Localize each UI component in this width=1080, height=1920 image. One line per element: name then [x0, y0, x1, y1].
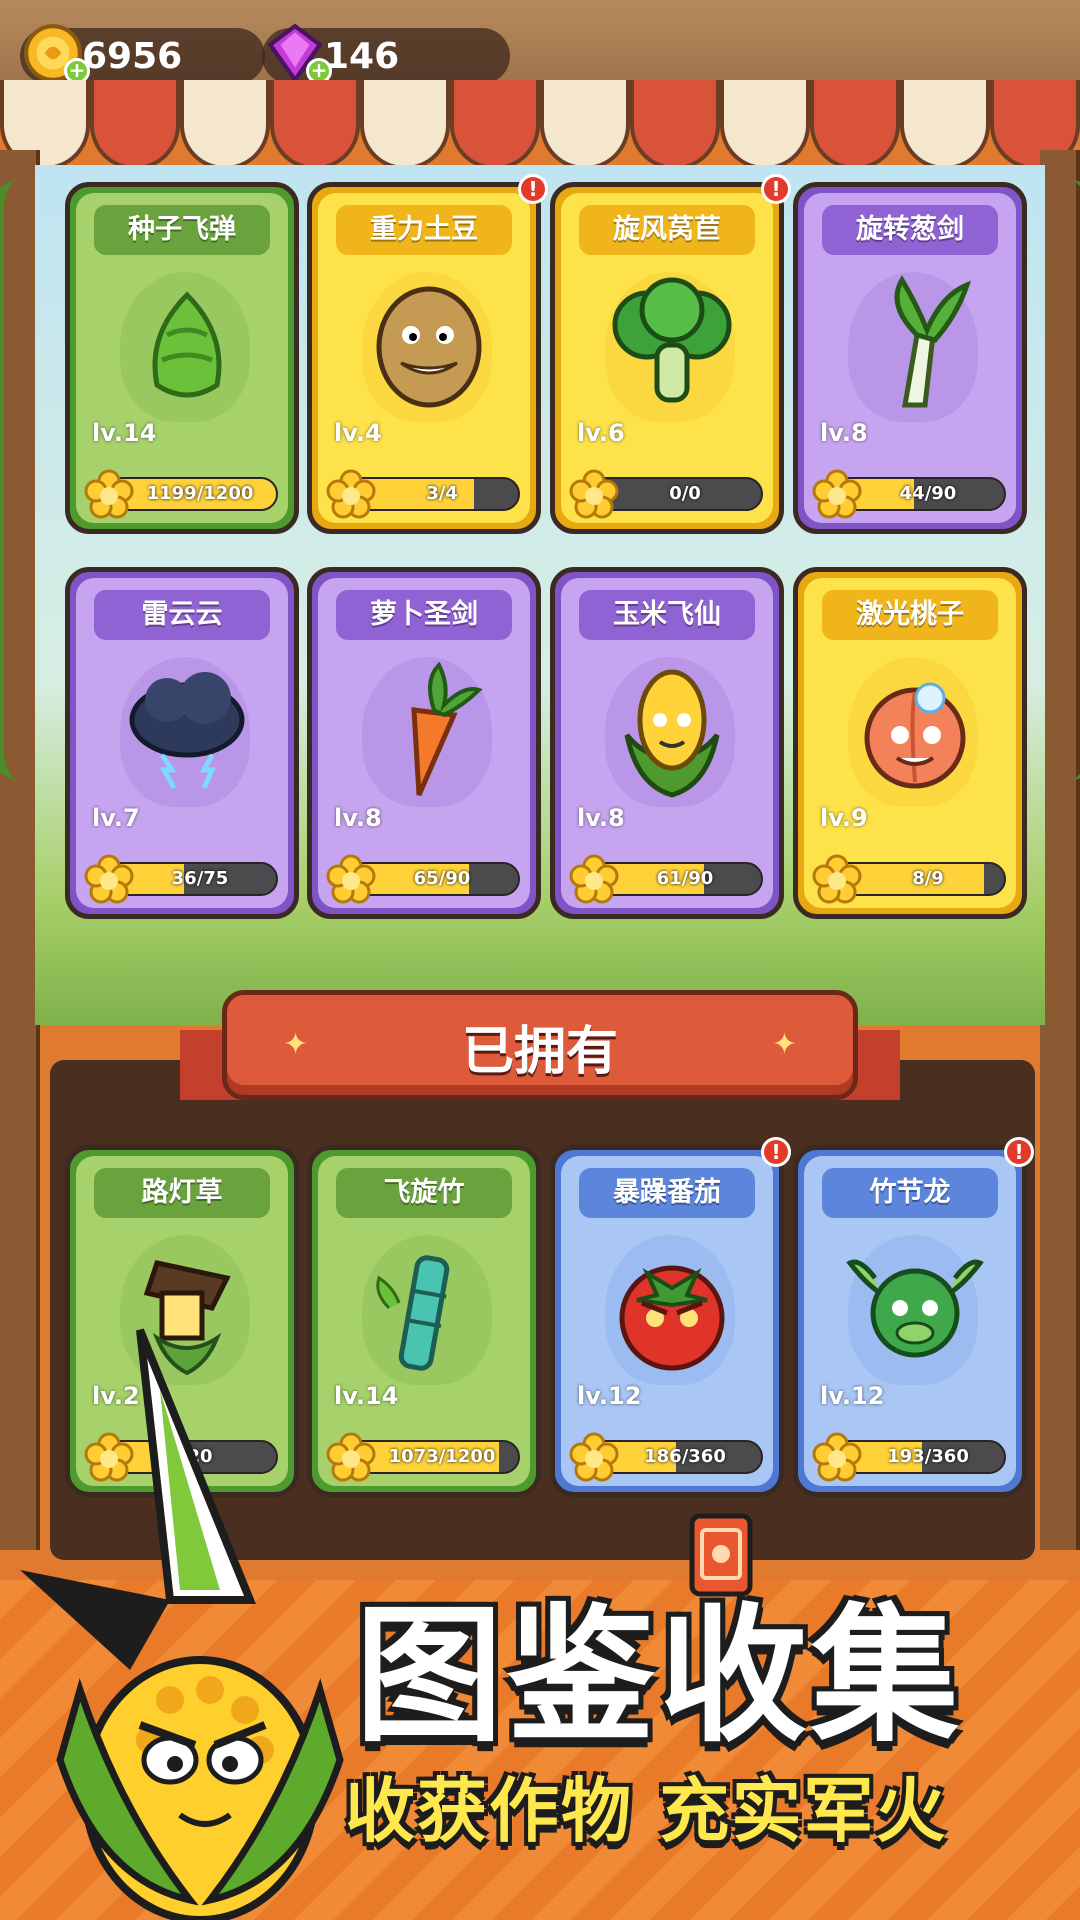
corn-mascot-icon	[20, 1328, 344, 1920]
card-level: lv.8	[334, 804, 382, 832]
card-name: 旋风莴苣	[579, 205, 755, 255]
card-level: lv.9	[820, 804, 868, 832]
card-name: 旋转葱剑	[822, 205, 998, 255]
flower-icon	[569, 469, 619, 519]
crop-card[interactable]: 种子飞弹 lv.14 1199/1200	[65, 182, 299, 534]
crop-card[interactable]: 旋转葱剑 lv.8 44/90	[793, 182, 1027, 534]
owned-title: 已拥有	[461, 1022, 618, 1082]
card-name: 萝卜圣剑	[336, 590, 512, 640]
crop-card[interactable]: 雷云云 lv.7 36/75	[65, 567, 299, 919]
carrot-icon	[411, 661, 483, 797]
bamboo-icon	[376, 1255, 450, 1371]
crop-card[interactable]: 重力土豆 lv.4 3/4	[307, 182, 541, 534]
card-name: 玉米飞仙	[579, 590, 755, 640]
card-level: lv.7	[92, 804, 140, 832]
crop-card[interactable]: 玉米飞仙 lv.8 61/90	[550, 567, 784, 919]
flower-icon	[84, 469, 134, 519]
vine-decoration	[0, 180, 50, 780]
peach-icon	[864, 682, 966, 789]
card-name: 雷云云	[94, 590, 270, 640]
card-level: lv.8	[820, 419, 868, 447]
coin-counter[interactable]: + 6956	[20, 24, 265, 84]
dragon-icon	[846, 1259, 984, 1358]
gem-counter[interactable]: + 146	[262, 23, 510, 84]
flower-icon	[326, 469, 376, 519]
seed-missile-icon	[152, 291, 222, 398]
card-name: 路灯草	[94, 1168, 270, 1218]
promo-subtitle: 收获作物 充实军火	[345, 1770, 948, 1852]
card-level: lv.14	[92, 419, 157, 447]
flower-icon	[84, 854, 134, 904]
gem-amount: 146	[324, 35, 400, 77]
leek-sword-icon	[894, 275, 972, 408]
flower-icon	[569, 854, 619, 904]
crop-card[interactable]: 激光桃子 lv.9 8/9	[793, 567, 1027, 919]
shop-awning	[0, 80, 1080, 175]
card-level: lv.4	[334, 419, 382, 447]
flower-icon	[569, 1432, 619, 1482]
flower-icon	[812, 854, 862, 904]
promo-title: 图鉴收集	[355, 1590, 963, 1762]
coin-amount: 6956	[82, 35, 183, 77]
vine-decoration	[1040, 180, 1080, 780]
owned-banner: ✦ 已拥有 ✦	[222, 990, 858, 1100]
flower-icon	[812, 469, 862, 519]
crop-card[interactable]: 竹节龙 lv.12 193/360	[793, 1145, 1027, 1497]
card-level: lv.8	[577, 804, 625, 832]
alert-icon: !	[1004, 1137, 1034, 1167]
corn-icon	[624, 669, 720, 798]
tomato-icon	[619, 1265, 725, 1371]
crop-card[interactable]: 旋风莴苣 lv.6 0/0	[550, 182, 784, 534]
card-name: 激光桃子	[822, 590, 998, 640]
flower-icon	[812, 1432, 862, 1482]
flower-icon	[326, 854, 376, 904]
potato-icon	[376, 286, 482, 408]
star-icon: ✦	[771, 1027, 797, 1062]
card-level: lv.12	[577, 1382, 642, 1410]
lettuce-icon	[612, 277, 732, 403]
crop-card[interactable]: 暴躁番茄 lv.12 186/360	[550, 1145, 784, 1497]
card-name: 竹节龙	[822, 1168, 998, 1218]
card-name: 种子飞弹	[94, 205, 270, 255]
alert-icon: !	[761, 174, 791, 204]
card-level: lv.6	[577, 419, 625, 447]
card-level: lv.12	[820, 1382, 885, 1410]
card-name: 暴躁番茄	[579, 1168, 755, 1218]
card-name: 飞旋竹	[336, 1168, 512, 1218]
alert-icon: !	[518, 174, 548, 204]
card-name: 重力土豆	[336, 205, 512, 255]
thundercloud-icon	[129, 672, 245, 790]
crop-card[interactable]: 萝卜圣剑 lv.8 65/90	[307, 567, 541, 919]
alert-icon: !	[761, 1137, 791, 1167]
